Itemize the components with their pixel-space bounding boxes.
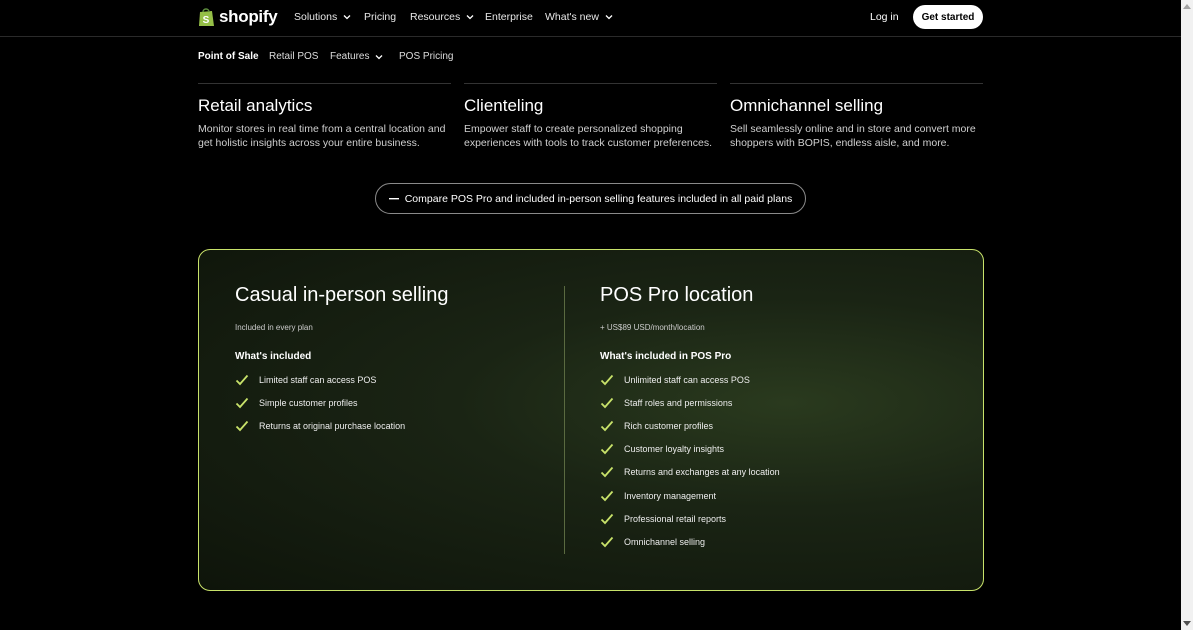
chevron-down-icon [605, 15, 613, 20]
checkmark-icon [600, 536, 614, 548]
plan-feature-item: Simple customer profiles [235, 391, 448, 414]
plan-title: POS Pro location [600, 284, 754, 306]
chevron-down-icon [343, 15, 351, 20]
chevron-down-icon [376, 54, 383, 59]
nav-whats-new[interactable]: What's new [545, 11, 613, 23]
checkmark-icon [600, 397, 614, 409]
plan-feature-text: Customer loyalty insights [624, 444, 725, 455]
checkmark-icon [600, 420, 614, 432]
sub-navigation: Point of Sale Retail POS Features POS Pr… [0, 38, 1181, 76]
plan-pos-pro: POS Pro location + US$89 USD/month/locat… [600, 284, 780, 554]
feature-description: Sell seamlessly online and in store and … [730, 123, 976, 149]
subnav-retail-pos[interactable]: Retail POS [269, 51, 318, 62]
plan-included-label: What's included [235, 351, 312, 362]
top-navigation: S shopify Solutions Pricing Resources En… [0, 0, 1181, 37]
subnav-point-of-sale[interactable]: Point of Sale [198, 51, 259, 62]
scroll-down-arrow-icon[interactable] [1183, 621, 1191, 626]
plan-feature-text: Limited staff can access POS [259, 374, 377, 385]
plan-feature-list: Limited staff can access POS Simple custo… [235, 368, 448, 438]
divider [198, 83, 451, 84]
plan-feature-item: Customer loyalty insights [600, 438, 780, 461]
column-divider [564, 286, 565, 554]
compare-plans-label: Compare POS Pro and included in-person s… [404, 192, 793, 205]
nav-whats-new-label: What's new [545, 11, 599, 23]
plan-feature-list: Unlimited staff can access POS Staff role… [600, 368, 780, 554]
scroll-up-arrow-icon[interactable] [1183, 4, 1191, 9]
plan-feature-item: Staff roles and permissions [600, 391, 780, 414]
svg-text:S: S [203, 15, 210, 26]
plan-subtitle: Included in every plan [235, 323, 313, 332]
nav-enterprise-label: Enterprise [485, 11, 533, 23]
feature-title: Retail analytics [198, 96, 313, 115]
login-link[interactable]: Log in [870, 11, 899, 23]
plan-casual: Casual in-person selling Included in eve… [235, 284, 448, 438]
plan-feature-item: Returns at original purchase location [235, 414, 448, 437]
plans-comparison-card: Casual in-person selling Included in eve… [198, 249, 984, 591]
page-scrollbar[interactable] [1181, 0, 1193, 630]
nav-resources[interactable]: Resources [410, 11, 474, 23]
shopify-logo[interactable]: S shopify [198, 7, 278, 27]
plan-feature-text: Staff roles and permissions [624, 397, 733, 408]
plan-feature-text: Returns and exchanges at any location [624, 467, 780, 478]
feature-title: Clienteling [464, 96, 544, 115]
nav-solutions[interactable]: Solutions [294, 11, 351, 23]
plan-feature-item: Inventory management [600, 484, 780, 507]
compare-plans-button[interactable]: Compare POS Pro and included in-person s… [375, 183, 806, 214]
checkmark-icon [600, 490, 614, 501]
plan-feature-item: Rich customer profiles [600, 414, 780, 437]
divider [730, 83, 983, 84]
subnav-features-label: Features [330, 51, 370, 62]
plan-title: Casual in-person selling [235, 284, 449, 306]
plan-feature-item: Professional retail reports [600, 507, 780, 530]
checkmark-icon [600, 467, 614, 478]
feature-clienteling: Clienteling Empower staff to create pers… [464, 96, 719, 150]
get-started-button[interactable]: Get started [913, 5, 983, 29]
checkmark-icon [600, 513, 614, 525]
plan-feature-item: Omnichannel selling [600, 530, 780, 553]
plan-feature-item: Limited staff can access POS [235, 368, 448, 391]
plan-feature-text: Returns at original purchase location [259, 420, 406, 431]
shopify-wordmark: shopify [219, 7, 278, 26]
checkmark-icon [235, 374, 249, 385]
checkmark-icon [235, 420, 249, 432]
subnav-features[interactable]: Features [330, 51, 383, 62]
plan-feature-item: Unlimited staff can access POS [600, 368, 780, 391]
feature-title: Omnichannel selling [730, 96, 884, 115]
feature-description: Monitor stores in real time from a centr… [198, 123, 446, 149]
checkmark-icon [235, 397, 249, 409]
checkmark-icon [600, 444, 614, 455]
subnav-pos-pricing[interactable]: POS Pricing [399, 51, 453, 62]
shopify-bag-icon: S [199, 8, 214, 26]
plan-feature-text: Omnichannel selling [624, 536, 706, 547]
chevron-down-icon [466, 15, 474, 20]
checkmark-icon [600, 374, 614, 385]
plan-included-label: What's included in POS Pro [600, 351, 732, 362]
plan-subtitle: + US$89 USD/month/location [600, 323, 705, 332]
minus-icon [388, 197, 399, 199]
plan-feature-text: Simple customer profiles [259, 397, 358, 408]
nav-pricing[interactable]: Pricing [364, 11, 396, 23]
nav-enterprise[interactable]: Enterprise [485, 11, 533, 23]
nav-resources-label: Resources [410, 11, 461, 23]
plan-feature-item: Returns and exchanges at any location [600, 461, 780, 484]
feature-retail-analytics: Retail analytics Monitor stores in real … [198, 96, 453, 150]
nav-solutions-label: Solutions [294, 11, 338, 23]
divider [464, 83, 717, 84]
plan-feature-text: Rich customer profiles [624, 420, 714, 431]
feature-description: Empower staff to create personalized sho… [464, 123, 713, 149]
plan-feature-text: Unlimited staff can access POS [624, 374, 750, 385]
feature-omnichannel-selling: Omnichannel selling Sell seamlessly onli… [730, 96, 985, 150]
nav-pricing-label: Pricing [364, 11, 397, 23]
plan-feature-text: Inventory management [624, 490, 717, 501]
plan-feature-text: Professional retail reports [624, 513, 727, 524]
